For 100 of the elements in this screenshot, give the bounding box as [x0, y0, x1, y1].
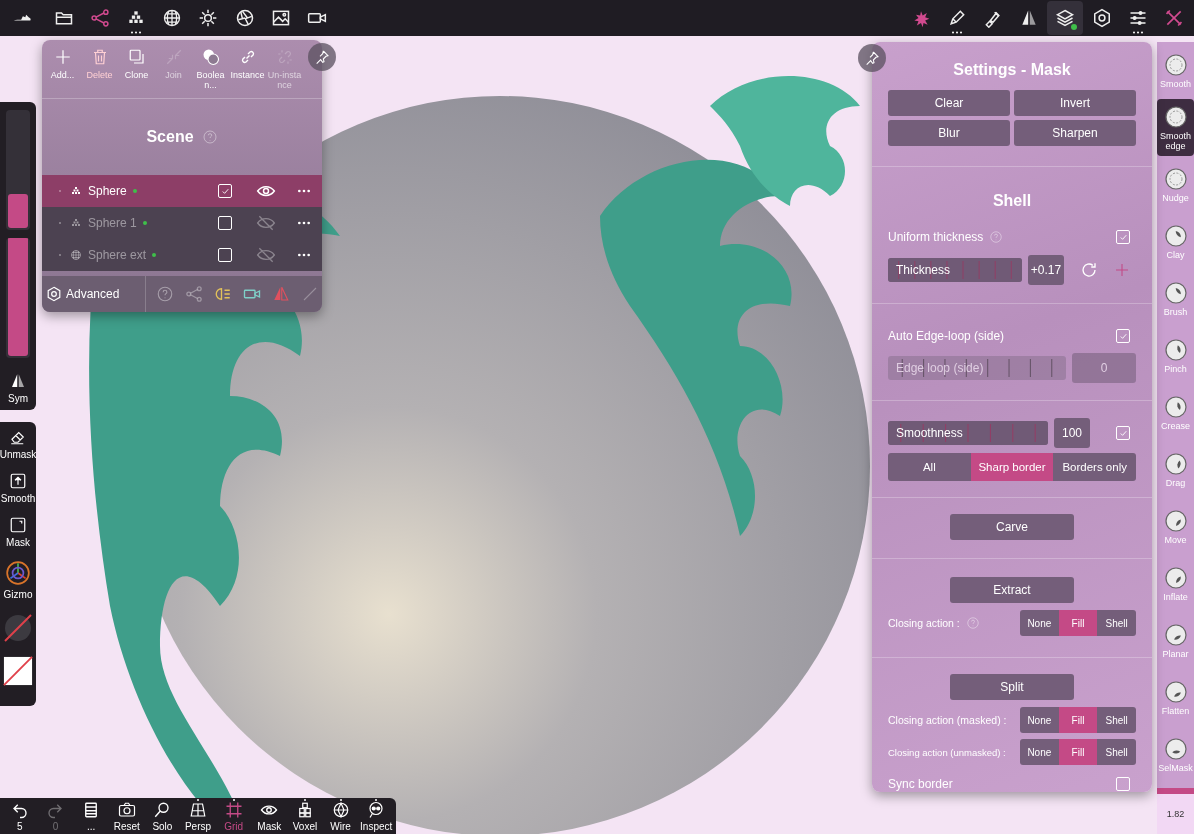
scene-object-row[interactable]: Sphere 1 — [42, 207, 322, 239]
sphere-icon — [1163, 166, 1188, 191]
help-icon — [201, 129, 218, 145]
panel-title: Scene — [146, 128, 194, 146]
extract-button[interactable]: Extract — [950, 577, 1074, 603]
sphere-icon — [1163, 104, 1188, 129]
toolbar-button[interactable]: Wire — [322, 798, 359, 834]
tool-button[interactable]: Unmask — [0, 422, 36, 466]
mask-action-button[interactable]: Blur — [888, 120, 1010, 146]
checkbox[interactable] — [1116, 426, 1130, 440]
segment-option[interactable]: Shell — [1097, 707, 1136, 733]
checkbox[interactable] — [218, 248, 232, 262]
more-dots-icon — [130, 31, 143, 34]
scene-action-button[interactable]: Clone — [118, 40, 155, 98]
tool-button[interactable]: Gizmo — [0, 554, 36, 606]
toolbar-button[interactable]: ... — [73, 798, 109, 834]
scene-action-button[interactable]: Instance — [229, 40, 266, 98]
checkbox[interactable] — [218, 184, 232, 198]
tool-button[interactable]: Mask — [0, 510, 36, 554]
option-label: Uniform thickness — [888, 230, 984, 244]
pin-button[interactable] — [858, 44, 886, 72]
no-color-swatch-icon[interactable] — [3, 656, 33, 686]
sphere-icon — [1163, 337, 1188, 362]
bullet-icon — [56, 187, 64, 195]
value-field[interactable]: +0.17 — [1028, 255, 1064, 285]
tool-button[interactable]: Smooth — [0, 466, 36, 510]
sphere-icon — [1163, 394, 1188, 419]
globe-icon — [162, 8, 183, 28]
segment-option[interactable]: All — [888, 453, 971, 481]
mask-action-button[interactable]: Sharpen — [1014, 120, 1136, 146]
segment-option[interactable]: Sharp border — [970, 453, 1054, 481]
segment-option[interactable]: Fill — [1058, 610, 1098, 636]
option-label: Sync border — [888, 777, 953, 791]
segment-option[interactable]: Fill — [1058, 707, 1098, 733]
pin-icon — [864, 50, 880, 66]
checkbox[interactable] — [218, 216, 232, 230]
copy-icon — [127, 48, 146, 66]
image-icon — [270, 8, 291, 28]
status-dot — [152, 253, 157, 257]
sphere-icon — [1163, 280, 1188, 305]
toolbar-button[interactable]: Inspect — [358, 798, 395, 834]
sphere-icon — [1163, 52, 1188, 77]
more-dots-icon — [1131, 31, 1144, 34]
toolbar-button[interactable] — [1047, 1, 1084, 35]
scene-action-button[interactable]: Add... — [44, 40, 81, 98]
carve-button[interactable]: Carve — [950, 514, 1074, 540]
scene-object-row[interactable]: Sphere — [42, 175, 322, 207]
node-graph-icon — [185, 285, 203, 303]
mask-action-button[interactable]: Invert — [1014, 90, 1136, 116]
segment-option[interactable]: None — [1020, 707, 1059, 733]
scene-action-button[interactable]: Boolean... — [192, 40, 229, 98]
status-dot — [132, 189, 137, 193]
sphere-icon — [1163, 451, 1188, 476]
symmetry-button[interactable]: Sym — [0, 366, 36, 410]
thickness-slider[interactable]: Thickness — [888, 258, 1022, 282]
perspective-icon — [189, 800, 207, 819]
no-color-swatch-icon[interactable] — [2, 612, 34, 644]
toolbar-button[interactable]: 5 — [2, 798, 38, 834]
segment-option[interactable]: Shell — [1097, 610, 1136, 636]
pin-button[interactable] — [308, 43, 336, 71]
eye-off-icon[interactable] — [256, 245, 276, 265]
toolbar-button[interactable]: Voxel — [287, 798, 323, 834]
sphere-icon — [1163, 565, 1188, 590]
panel-title: Settings - Mask — [952, 60, 1072, 80]
object-name: Sphere ext — [88, 248, 147, 262]
toolbar-button[interactable]: Mask — [251, 798, 288, 834]
vertical-slider[interactable] — [6, 110, 30, 230]
block-stack-icon — [70, 185, 82, 197]
scene-object-row[interactable]: Sphere ext — [42, 239, 322, 271]
section-title: Shell — [991, 191, 1033, 211]
camera-reset-icon — [117, 800, 136, 819]
toolbar-button[interactable]: Solo — [144, 798, 181, 834]
mask-action-button[interactable]: Clear — [888, 90, 1010, 116]
checkbox[interactable] — [1116, 230, 1130, 244]
toolbar-button[interactable]: Persp — [180, 798, 216, 834]
settings-icon — [46, 286, 62, 302]
gizmo-icon — [5, 560, 31, 586]
bullet-icon — [56, 219, 64, 227]
checkbox[interactable] — [1116, 777, 1130, 791]
toolbar-button[interactable]: Reset — [108, 798, 145, 834]
checkbox[interactable] — [1116, 329, 1130, 343]
status-dot — [142, 221, 147, 225]
eye-off-icon[interactable] — [256, 213, 276, 233]
brush-button[interactable]: Smooth edge — [1157, 99, 1194, 156]
aperture-icon — [234, 8, 255, 28]
segment-option[interactable]: None — [1020, 739, 1059, 765]
segment-option[interactable]: Fill — [1058, 739, 1098, 765]
split-button[interactable]: Split — [950, 674, 1074, 700]
grid-icon — [224, 800, 243, 819]
overlapping-circles-icon — [201, 48, 220, 66]
option-label: Closing action (unmasked) : — [888, 746, 1006, 758]
mask-box-icon — [9, 516, 27, 534]
smoothness-slider[interactable]: Smoothness — [888, 421, 1048, 445]
value-field[interactable]: 100 — [1054, 418, 1090, 448]
segment-option[interactable]: None — [1020, 610, 1059, 636]
segment-option[interactable]: Borders only — [1053, 453, 1136, 481]
segment-option[interactable]: Shell — [1097, 739, 1136, 765]
node-graph-icon — [90, 8, 111, 28]
bullet-icon — [56, 251, 64, 259]
toolbar-button[interactable]: Grid — [215, 798, 252, 834]
